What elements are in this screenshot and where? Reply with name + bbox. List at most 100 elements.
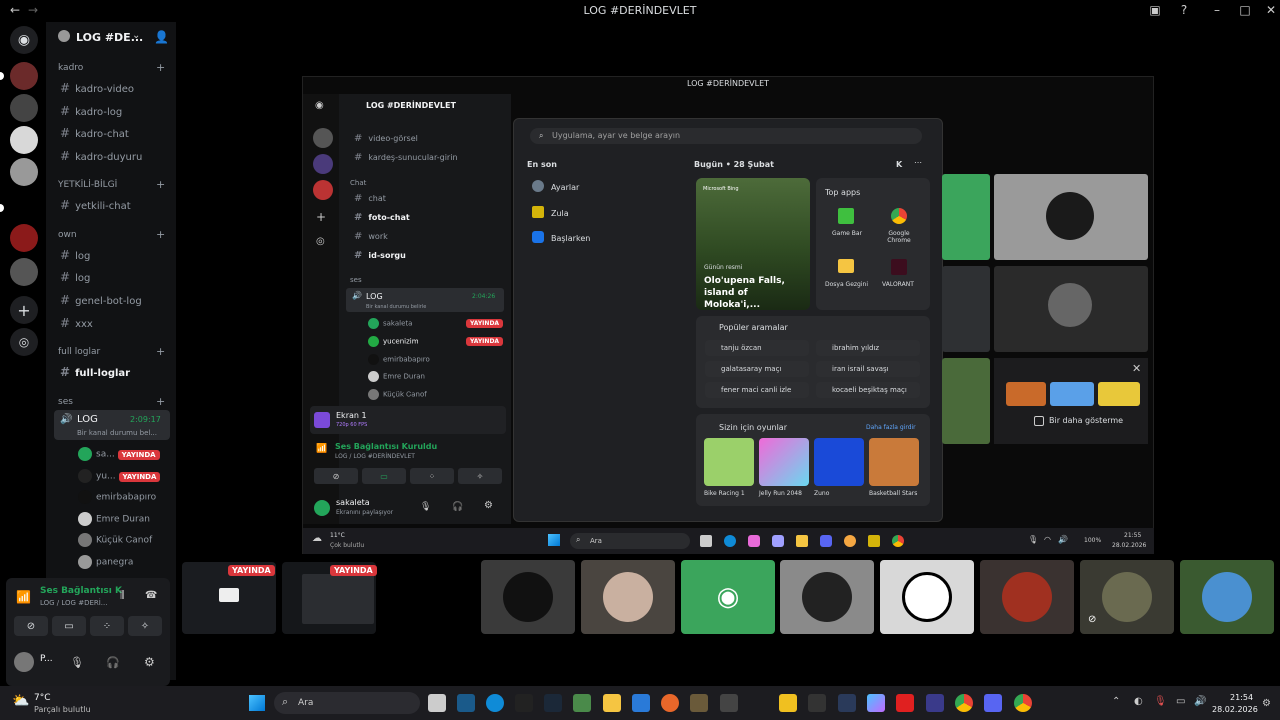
discord-taskbar-icon[interactable] bbox=[984, 694, 1002, 712]
category-yetkili-bilgi[interactable]: YETKİLİ-BİLGİ bbox=[58, 180, 117, 190]
inner-voice-user: Küçük Ꮯanof bbox=[368, 389, 427, 400]
participant-tile[interactable] bbox=[382, 562, 476, 634]
add-channel-icon[interactable]: + bbox=[156, 228, 165, 241]
category-own[interactable]: own bbox=[58, 230, 77, 240]
app-icon[interactable] bbox=[838, 694, 856, 712]
participant-tile[interactable] bbox=[880, 560, 974, 634]
category-full-loglar[interactable]: full loglar bbox=[58, 347, 100, 357]
server-icon[interactable] bbox=[10, 224, 38, 252]
channel-log[interactable]: # log bbox=[60, 270, 170, 284]
camera-off-button[interactable]: ⊘ bbox=[14, 616, 48, 636]
display-icon[interactable]: ▭ bbox=[1176, 696, 1185, 707]
server-icon[interactable] bbox=[10, 126, 38, 154]
discover-icon[interactable]: ◎ bbox=[10, 328, 38, 356]
copilot-icon[interactable] bbox=[867, 694, 885, 712]
noise-suppression-icon[interactable]: ⫼ bbox=[120, 590, 125, 601]
headphones-icon[interactable]: 🎧 bbox=[106, 656, 120, 669]
avatar bbox=[1002, 572, 1052, 622]
chrome-icon[interactable] bbox=[1014, 694, 1032, 712]
channel-kadro-log[interactable]: # kadro-log bbox=[60, 104, 170, 118]
edge-icon[interactable] bbox=[486, 694, 504, 712]
inner-weather-desc: Çok bulutlu bbox=[330, 542, 365, 549]
search-icon: ⌕ bbox=[282, 695, 289, 708]
task-view-icon[interactable] bbox=[428, 694, 446, 712]
participant-tile[interactable] bbox=[481, 560, 575, 634]
voice-user[interactable]: yu... YAYINDA bbox=[78, 469, 161, 483]
app-icon[interactable] bbox=[690, 694, 708, 712]
channel-kadro-chat[interactable]: # kadro-chat bbox=[60, 126, 170, 140]
screen-share-button[interactable]: ▭ bbox=[52, 616, 86, 636]
app-icon[interactable] bbox=[457, 694, 475, 712]
taskbar-search[interactable] bbox=[274, 692, 420, 714]
store-icon[interactable] bbox=[720, 694, 738, 712]
add-channel-icon[interactable]: + bbox=[156, 395, 165, 408]
voice-connected-title: Ses Bağlantısı K bbox=[40, 586, 122, 596]
participant-tile[interactable] bbox=[1180, 560, 1274, 634]
volume-icon[interactable]: 🔊 bbox=[1194, 696, 1206, 707]
add-server-icon[interactable]: + bbox=[10, 296, 38, 324]
channel-kadro-video[interactable]: # kadro-video bbox=[60, 81, 170, 95]
help-icon[interactable]: ? bbox=[1175, 3, 1193, 17]
voice-user[interactable]: sa... YAYINDA bbox=[78, 447, 160, 461]
avatar[interactable] bbox=[14, 652, 34, 672]
notification-icon[interactable]: ⚙ bbox=[1262, 698, 1271, 709]
windows-start-icon[interactable] bbox=[249, 695, 265, 711]
channel-kadro-duyuru[interactable]: # kadro-duyuru bbox=[60, 149, 170, 163]
tray-mic-icon[interactable]: 🎙 bbox=[1154, 696, 1167, 707]
rockstar-icon[interactable] bbox=[779, 694, 797, 712]
clock-date[interactable]: 28.02.2026 bbox=[1212, 705, 1258, 714]
category-kadro[interactable]: kadro bbox=[58, 63, 83, 73]
chrome-icon[interactable] bbox=[955, 694, 973, 712]
participant-tile[interactable]: ◉ bbox=[681, 560, 775, 634]
microphone-icon[interactable]: 🎙 bbox=[70, 656, 84, 669]
steam-icon[interactable] bbox=[544, 694, 562, 712]
app-icon[interactable] bbox=[573, 694, 591, 712]
app-icon[interactable] bbox=[926, 694, 944, 712]
server-icon[interactable] bbox=[10, 158, 38, 186]
channel-yetkili-chat[interactable]: # yetkili-chat bbox=[60, 198, 170, 212]
participant-tile[interactable] bbox=[780, 560, 874, 634]
close-icon[interactable]: ✕ bbox=[1262, 3, 1280, 17]
server-icon[interactable] bbox=[10, 258, 38, 286]
voice-user[interactable]: Küçük Ꮯanof bbox=[78, 533, 152, 547]
youtube-icon[interactable] bbox=[896, 694, 914, 712]
channel-log[interactable]: # log bbox=[60, 248, 170, 262]
soundboard-button[interactable]: ✧ bbox=[128, 616, 162, 636]
voice-user[interactable]: emirbabapıro bbox=[78, 490, 156, 504]
epic-games-icon[interactable] bbox=[515, 694, 533, 712]
maximize-icon[interactable]: □ bbox=[1236, 3, 1254, 17]
inner-app-icon bbox=[844, 535, 856, 547]
chevron-down-icon[interactable]: ⌄ bbox=[132, 30, 140, 41]
settings-gear-icon[interactable]: ⚙ bbox=[144, 655, 155, 669]
weather-desc[interactable]: Parçalı bulutlu bbox=[34, 705, 91, 714]
server-icon-active[interactable] bbox=[10, 94, 38, 122]
add-channel-icon[interactable]: + bbox=[156, 178, 165, 191]
activities-button[interactable]: ⁘ bbox=[90, 616, 124, 636]
clock-time[interactable]: 21:54 bbox=[1230, 693, 1253, 702]
invite-people-icon[interactable]: 👤 bbox=[154, 30, 169, 44]
participant-tile[interactable] bbox=[980, 560, 1074, 634]
voice-user[interactable]: Emre Duran bbox=[78, 512, 150, 526]
participant-tile[interactable] bbox=[581, 560, 675, 634]
tray-app-icon[interactable]: ◐ bbox=[1134, 696, 1143, 707]
channel-full-loglar[interactable]: # full-loglar bbox=[60, 365, 170, 379]
add-channel-icon[interactable]: + bbox=[156, 61, 165, 74]
add-channel-icon[interactable]: + bbox=[156, 345, 165, 358]
inbox-icon[interactable]: ▣ bbox=[1146, 3, 1164, 17]
app-icon[interactable] bbox=[808, 694, 826, 712]
channel-xxx[interactable]: # xxx bbox=[60, 316, 170, 330]
weather-temp[interactable]: 7°C bbox=[34, 693, 51, 703]
tray-overflow-icon[interactable]: ⌃ bbox=[1112, 696, 1120, 707]
discord-home-icon[interactable]: ◉ bbox=[10, 26, 38, 54]
channel-genel-bot-log[interactable]: # genel-bot-log bbox=[60, 293, 170, 307]
file-explorer-icon[interactable] bbox=[603, 694, 621, 712]
signal-icon[interactable]: 📶 bbox=[16, 590, 31, 604]
server-icon[interactable] bbox=[10, 62, 38, 90]
minimize-icon[interactable]: – bbox=[1208, 3, 1226, 17]
firefox-icon[interactable] bbox=[661, 694, 679, 712]
weather-icon[interactable]: ⛅ bbox=[12, 693, 29, 709]
category-ses[interactable]: ses bbox=[58, 397, 73, 407]
voice-user[interactable]: panegra bbox=[78, 555, 133, 569]
disconnect-icon[interactable]: ☎ bbox=[145, 590, 157, 601]
app-icon[interactable] bbox=[632, 694, 650, 712]
